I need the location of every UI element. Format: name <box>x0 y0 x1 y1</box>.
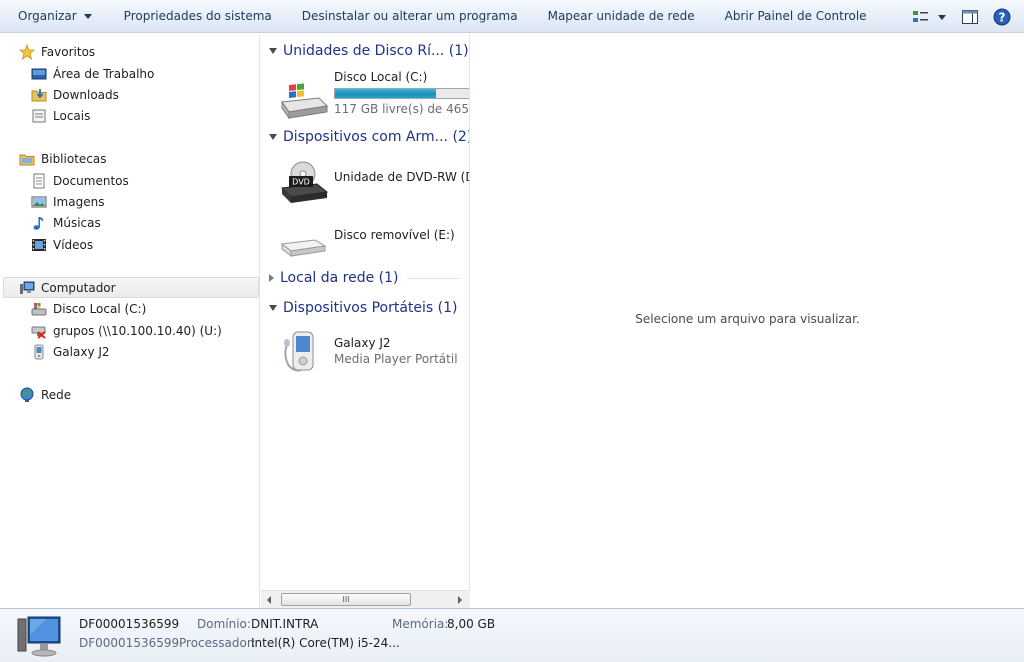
details-pane: DF00001536599 DF00001536599 Domínio: DNI… <box>0 608 1024 662</box>
expand-arrow-icon <box>269 274 274 282</box>
organize-button[interactable]: Organizar <box>0 4 102 28</box>
images-icon <box>31 196 47 208</box>
music-note-icon <box>33 217 44 230</box>
video-film-icon <box>32 239 46 251</box>
dvd-label: DVD <box>292 178 310 187</box>
processor-value: Intel(R) Core(TM) i5-24... <box>251 636 400 650</box>
drive-tile-c[interactable]: Disco Local (C:) 117 GB livre(s) de 465 … <box>279 70 469 122</box>
desktop-icon <box>31 68 47 80</box>
nav-item-favorites[interactable]: Favoritos <box>19 42 95 62</box>
computer-monitor-icon <box>17 616 61 657</box>
drive-c-usage-fill <box>335 89 436 98</box>
drive-c-name: Disco Local (C:) <box>334 70 428 84</box>
nav-item-libraries[interactable]: Bibliotecas <box>19 149 106 169</box>
domain-value: DNIT.INTRA <box>251 617 319 631</box>
dvd-drive-name: Unidade de DVD-RW (D:) <box>334 170 470 184</box>
memory-label: Memória: <box>392 617 449 631</box>
collapse-arrow-icon <box>269 48 277 54</box>
group-header-portable[interactable]: Dispositivos Portáteis (1) <box>269 297 457 319</box>
view-options-icon <box>913 10 946 22</box>
preview-empty-message: Selecione um arquivo para visualizar. <box>635 312 860 326</box>
preview-pane-button[interactable] <box>958 6 982 28</box>
change-view-button[interactable] <box>910 6 950 28</box>
collapse-arrow-icon <box>269 305 277 311</box>
removable-disk-icon <box>280 239 327 258</box>
device-tile-galaxy[interactable]: Galaxy J2 Media Player Portátil <box>279 331 469 388</box>
group-divider <box>406 277 459 279</box>
system-properties-button[interactable]: Propriedades do sistema <box>114 4 282 28</box>
scroll-left-arrow-icon[interactable] <box>267 596 271 604</box>
recent-places-icon <box>32 109 46 123</box>
drive-tile-dvd[interactable]: DVD Unidade de DVD-RW (D:) <box>279 154 469 206</box>
preview-pane-icon <box>962 9 978 24</box>
content-pane: Unidades de Disco Rí... (1) Disco Local … <box>261 34 470 608</box>
uninstall-program-button[interactable]: Desinstalar ou alterar um programa <box>292 4 528 28</box>
preview-pane: Selecione um arquivo para visualizar. <box>471 34 1024 608</box>
nav-item-network[interactable]: Rede <box>19 385 71 405</box>
command-bar: Organizar Propriedades do sistema Desins… <box>0 0 1024 33</box>
drive-tile-removable[interactable]: Disco removível (E:) <box>279 216 469 268</box>
navigation-pane: Favoritos Área de Trabalho Downloads Loc… <box>0 34 260 608</box>
device-type: Media Player Portátil <box>334 352 458 366</box>
scroll-right-arrow-icon[interactable] <box>458 596 462 604</box>
nav-item-desktop[interactable]: Área de Trabalho <box>31 64 154 84</box>
removable-disk-name: Disco removível (E:) <box>334 228 455 242</box>
star-icon <box>19 44 35 60</box>
nav-item-local-disk[interactable]: Disco Local (C:) <box>31 299 146 319</box>
computer-name: DF00001536599 <box>79 617 180 631</box>
nav-item-images[interactable]: Imagens <box>31 192 104 212</box>
scrollbar-thumb[interactable]: III <box>281 593 411 606</box>
downloads-folder-icon <box>31 89 47 102</box>
help-button[interactable]: ? <box>990 6 1014 28</box>
nav-item-documents[interactable]: Documentos <box>31 171 129 191</box>
collapse-arrow-icon <box>269 134 277 140</box>
dvd-drive-icon: DVD <box>280 161 329 203</box>
computer-icon <box>20 281 35 294</box>
nav-item-downloads[interactable]: Downloads <box>31 85 119 105</box>
open-control-panel-button[interactable]: Abrir Painel de Controle <box>715 4 877 28</box>
network-globe-icon <box>20 387 34 402</box>
drive-c-free-space: 117 GB livre(s) de 465 GB <box>334 102 470 116</box>
chevron-down-icon <box>83 13 92 19</box>
group-header-hard-disks[interactable]: Unidades de Disco Rí... (1) <box>269 40 469 62</box>
map-network-drive-button[interactable]: Mapear unidade de rede <box>538 4 705 28</box>
disconnected-network-drive-icon <box>31 326 46 339</box>
computer-name-secondary: DF00001536599 <box>79 636 180 650</box>
local-disk-icon <box>31 303 47 316</box>
nav-item-network-drive[interactable]: grupos (\\10.100.10.40) (U:) <box>31 321 222 341</box>
group-header-network-location[interactable]: Local da rede (1) <box>269 267 459 289</box>
media-player-icon <box>284 331 314 372</box>
svg-text:?: ? <box>999 10 1006 24</box>
libraries-icon <box>19 154 35 166</box>
device-name: Galaxy J2 <box>334 336 391 350</box>
drive-c-usage-bar <box>334 88 469 99</box>
memory-value: 8,00 GB <box>447 617 496 631</box>
horizontal-scrollbar[interactable]: III <box>261 590 470 608</box>
help-icon: ? <box>993 8 1011 25</box>
domain-label: Domínio: <box>197 617 251 631</box>
nav-item-computer[interactable]: Computador <box>19 278 116 298</box>
group-header-removable[interactable]: Dispositivos com Arm... (2) <box>269 126 469 148</box>
processor-label: Processador: <box>179 636 256 650</box>
nav-item-music[interactable]: Músicas <box>31 213 101 233</box>
documents-icon <box>33 173 45 189</box>
nav-item-places[interactable]: Locais <box>31 106 90 126</box>
nav-item-galaxy[interactable]: Galaxy J2 <box>31 342 110 362</box>
portable-device-icon <box>34 344 44 360</box>
nav-item-videos[interactable]: Vídeos <box>31 235 93 255</box>
local-disk-icon <box>281 83 329 120</box>
